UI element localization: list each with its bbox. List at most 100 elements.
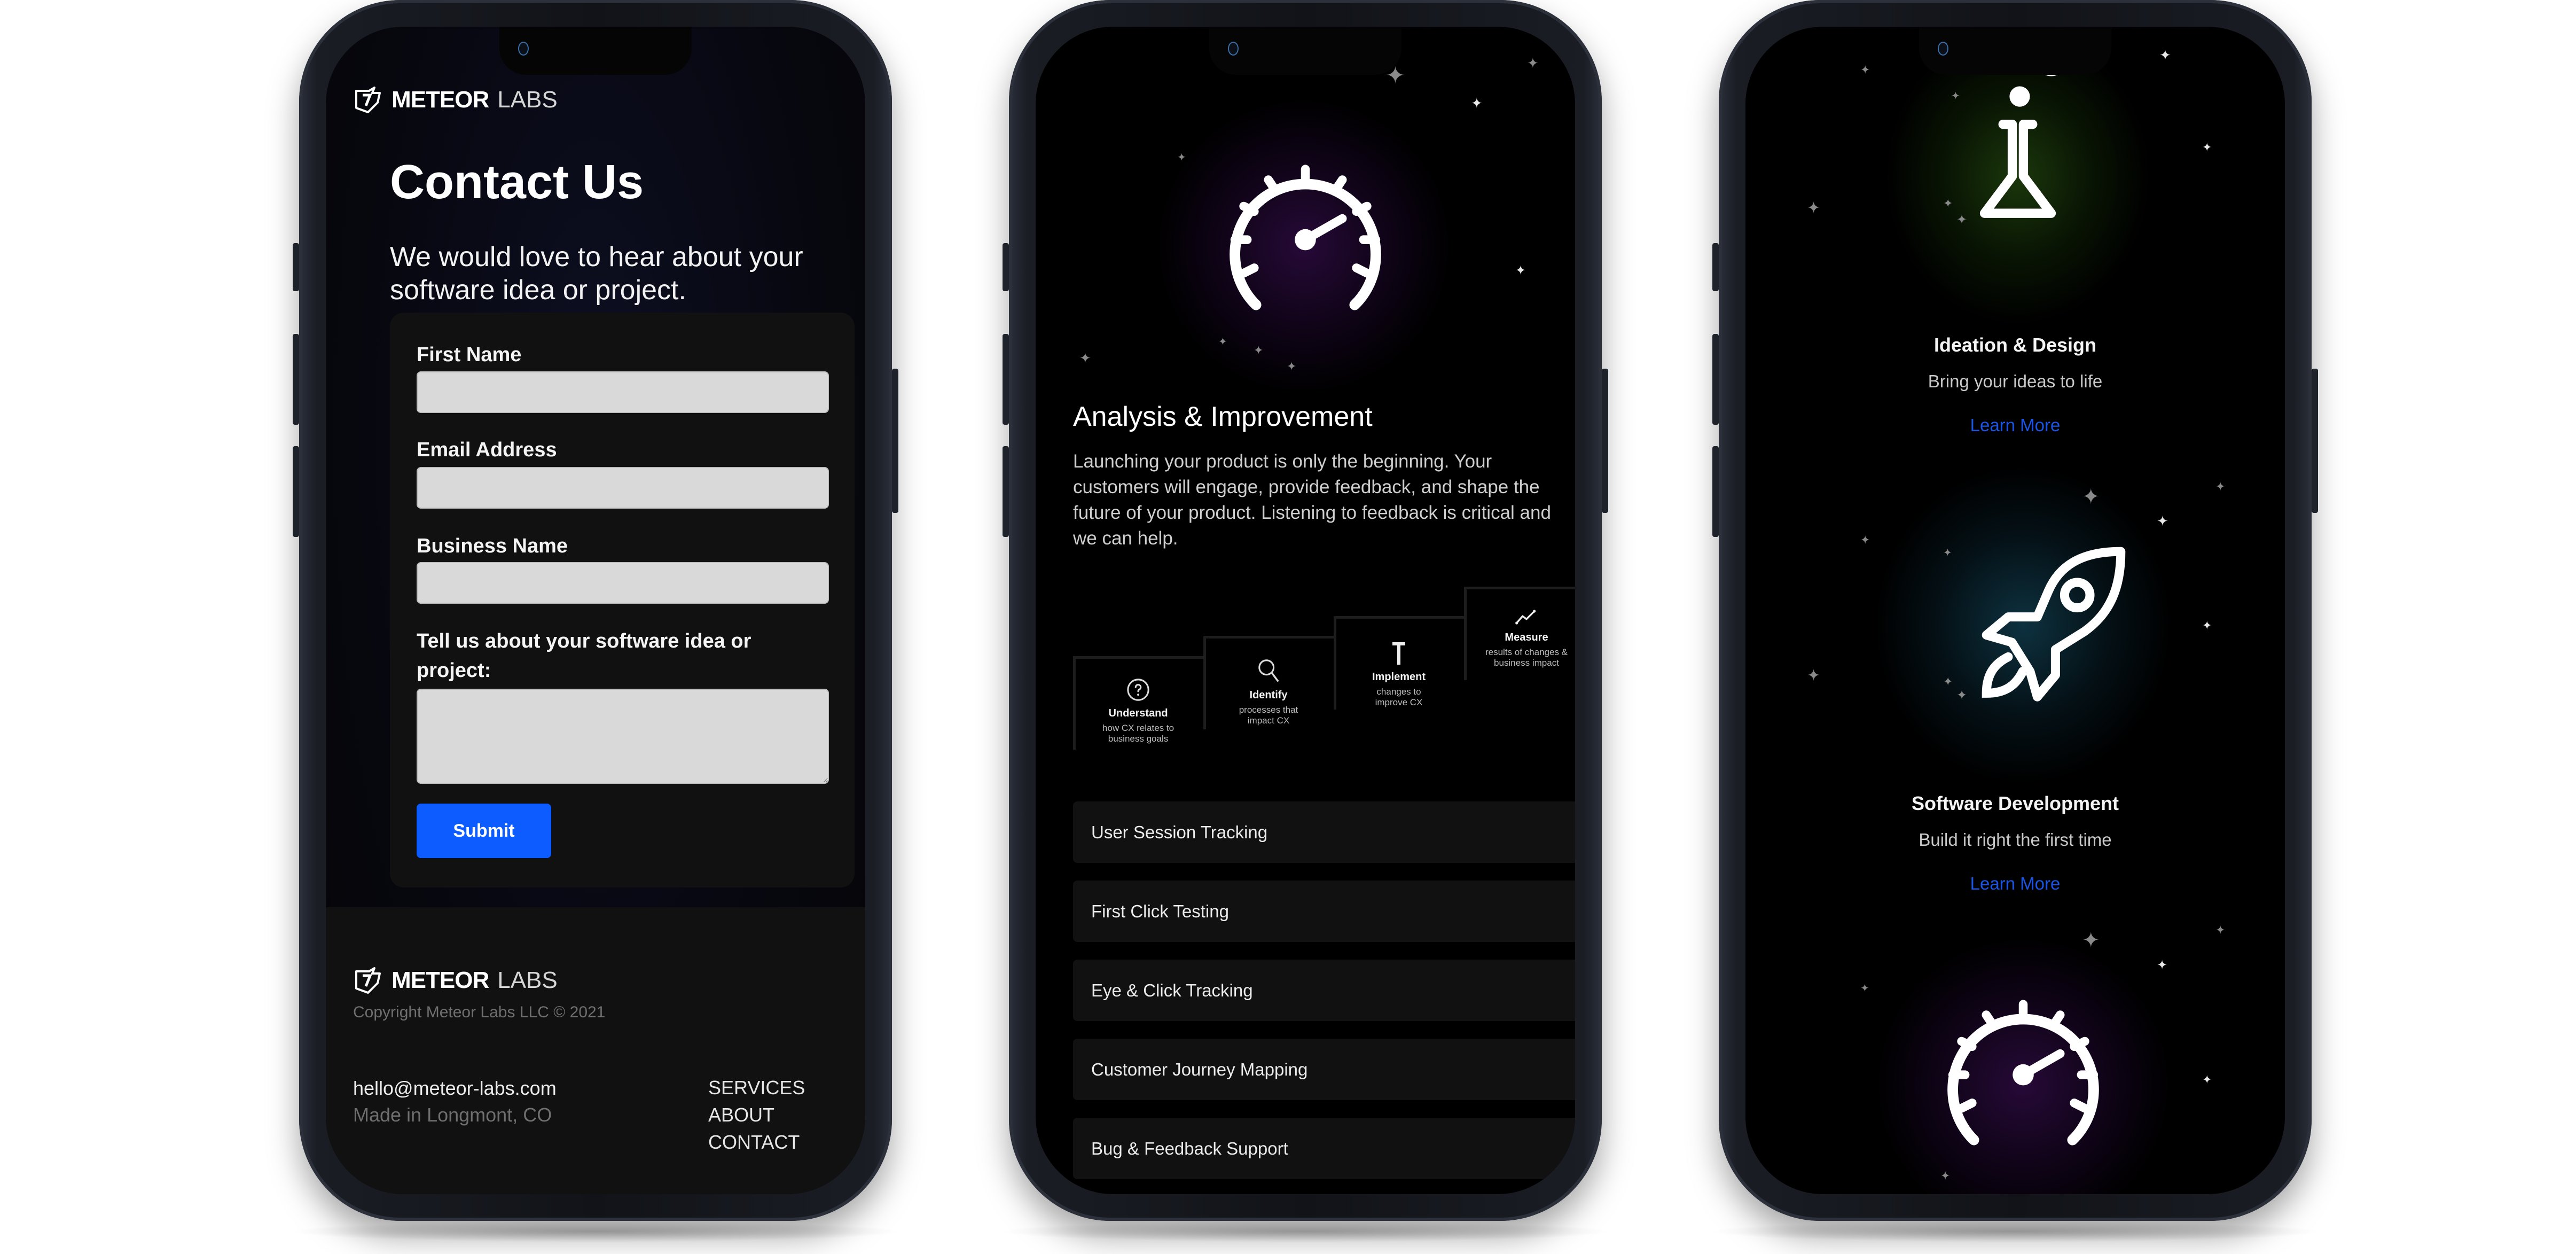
step-desc: processes that impact CX [1239,705,1298,726]
step-name: Measure [1505,632,1548,643]
step-name: Implement [1372,671,1426,683]
star-icon: ✦ [1943,197,1953,210]
learn-more-link[interactable]: Learn More [1970,874,2061,894]
star-icon: ✦ [2202,619,2212,632]
step-desc: changes to improve CX [1375,687,1423,707]
step-implement: Implement changes to improve CX [1334,616,1467,710]
first-name-input[interactable] [417,371,829,413]
copyright-text: Copyright Meteor Labs LLC © 2021 [353,1003,606,1021]
screen: METEOR LABS Contact Us We would love to … [326,27,865,1194]
star-icon: ✦ [2082,485,2100,509]
star-icon: ✦ [1943,675,1953,688]
side-button [892,369,898,513]
brand-word-labs: LABS [497,967,558,993]
email-input[interactable] [417,467,829,509]
service-list: User Session Tracking First Click Testin… [1073,801,1575,1194]
step-desc: how CX relates to business goals [1102,723,1175,744]
star-icon: ✦ [1807,199,1821,217]
star-icon: ✦ [1515,263,1526,278]
business-name-label: Business Name [417,535,568,557]
star-icon: ✦ [1527,55,1539,71]
star-icon: ✦ [2215,923,2226,937]
star-icon: ✦ [2202,1073,2212,1086]
screen: ✦ ✦ ✦ ✦ ✦ ✦ ✦ Ideation & Design Bring yo… [1745,27,2285,1194]
question-circle-icon [1127,679,1149,701]
contact-form: First Name Email Address Business Name T… [390,313,855,887]
speedometer-icon [1230,165,1381,310]
side-button [1602,369,1608,513]
star-icon: ✦ [1860,983,1869,994]
star-icon: ✦ [1287,360,1297,373]
star-icon: ✦ [1951,90,1960,102]
learn-more-link[interactable]: Learn More [1970,415,2061,435]
star-icon: ✦ [1177,152,1186,163]
footer-brand-logo[interactable]: METEOR LABS [353,967,558,994]
service-subtitle: Bring your ideas to life [1928,371,2103,391]
side-button [1003,334,1009,425]
star-icon: ✦ [2215,480,2226,493]
side-button [1003,243,1009,291]
service-card-software-development: Software Development Build it right the … [1745,792,2285,894]
footer-location: Made in Longmont, CO [353,1104,552,1126]
step-desc: results of changes & business impact [1485,647,1568,668]
list-item[interactable]: First Click Testing [1073,881,1575,942]
side-button [293,446,299,537]
magnifier-icon [1258,659,1279,682]
side-button [1712,243,1719,291]
screen: ✦ ✦ ✦ ✦ ✦ ✦ ✦ ✦ ✦ Analysis & Improvement… [1036,27,1575,1194]
footer-email-link[interactable]: hello@meteor-labs.com [353,1077,557,1100]
step-name: Understand [1108,707,1168,719]
phone-mockup-analysis: ✦ ✦ ✦ ✦ ✦ ✦ ✦ ✦ ✦ Analysis & Improvement… [998,0,1612,1242]
star-icon: ✦ [1218,336,1227,348]
footer-nav-contact[interactable]: CONTACT [708,1132,805,1153]
list-item[interactable]: Bug & Feedback Support [1073,1118,1575,1179]
list-item[interactable]: Customer Journey Mapping [1073,1039,1575,1100]
brand-word-labs: LABS [497,87,558,113]
side-button [2312,369,2318,513]
star-icon: ✦ [1943,547,1952,559]
service-title: Software Development [1911,792,2119,814]
step-name: Identify [1249,689,1288,701]
project-description-textarea[interactable] [417,689,829,784]
meteor-logo-icon [355,87,381,113]
star-icon: ✦ [1807,667,1821,684]
service-subtitle: Build it right the first time [1919,830,2112,850]
side-button [293,334,299,425]
side-button [1712,446,1719,537]
meteor-logo-icon [355,967,381,994]
side-button [1712,334,1719,425]
cx-steps: Understand how CX relates to business go… [1073,587,1575,750]
footer-nav-services[interactable]: SERVICES [708,1077,805,1099]
star-icon: ✦ [1860,533,1870,547]
camera-icon [1938,42,1948,56]
submit-button[interactable]: Submit [417,804,551,858]
star-icon: ✦ [1471,95,1483,111]
footer-nav-about[interactable]: ABOUT [708,1104,805,1126]
brand-logo[interactable]: METEOR LABS [353,87,558,113]
star-icon: ✦ [2082,929,2100,952]
first-name-label: First Name [417,344,522,366]
star-icon: ✦ [2202,141,2212,154]
step-understand: Understand how CX relates to business go… [1073,656,1206,750]
rocket-icon [1982,547,2126,702]
brand-word-meteor: METEOR [392,967,489,993]
section-title: Analysis & Improvement [1073,401,1373,432]
service-title: Ideation & Design [1933,334,2097,356]
star-icon: ✦ [2157,513,2168,529]
section-paragraph: Launching your product is only the begin… [1073,451,1551,549]
list-item[interactable]: Eye & Click Tracking [1073,960,1575,1021]
service-card-ideation: Ideation & Design Bring your ideas to li… [1745,334,2285,435]
camera-icon [518,42,529,56]
star-icon: ✦ [2159,47,2171,63]
phone-mockup-contact: METEOR LABS Contact Us We would love to … [288,0,903,1242]
star-icon: ✦ [1254,344,1264,357]
page-subtitle: We would love to hear about your softwar… [390,242,803,306]
speedometer-icon [1947,1000,2099,1146]
star-icon: ✦ [2157,958,2168,972]
hammer-icon [1392,642,1405,665]
camera-icon [1228,42,1239,56]
step-measure: Measure results of changes & business im… [1464,587,1575,680]
star-icon: ✦ [1860,63,1870,76]
business-name-input[interactable] [417,562,829,604]
list-item[interactable]: User Session Tracking [1073,801,1575,863]
